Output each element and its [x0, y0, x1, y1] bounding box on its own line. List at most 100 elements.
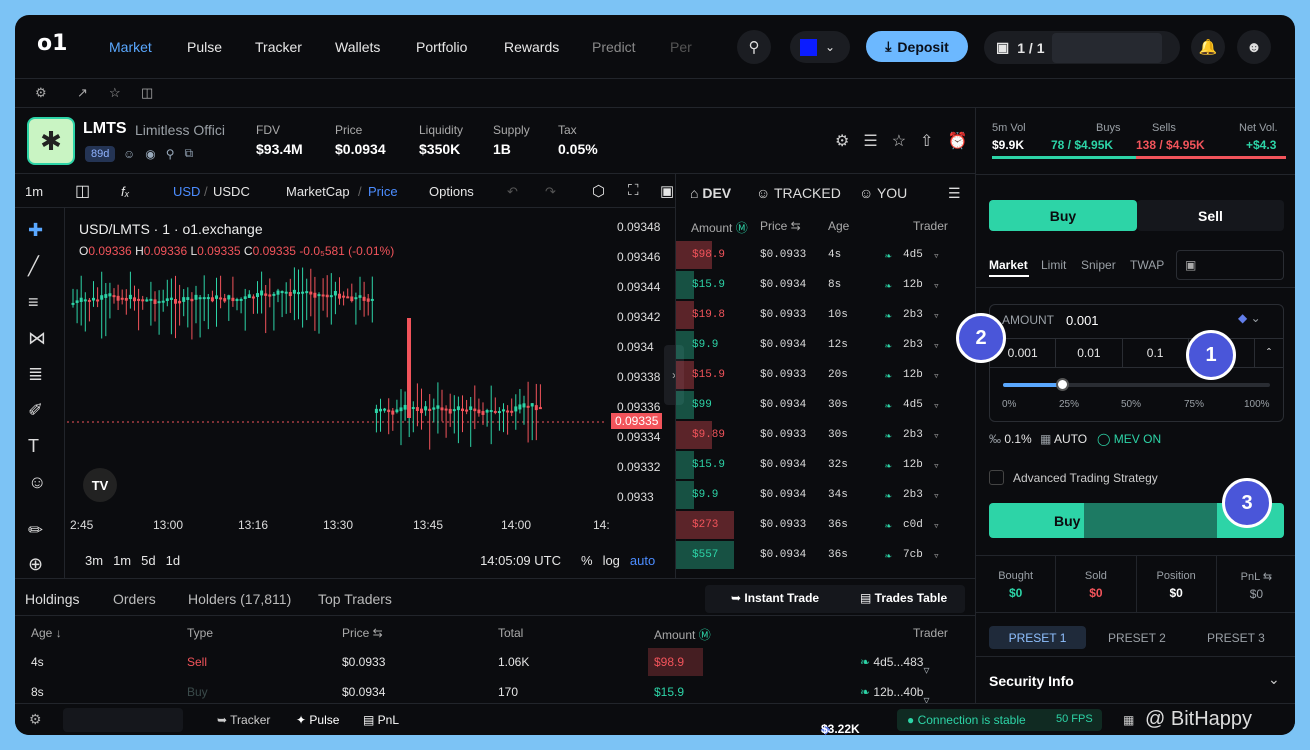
wallet-select[interactable]: ▣: [1176, 250, 1284, 280]
trade-row[interactable]: $19.8 $0.0933 10s ❧ 2b3 ▿: [676, 300, 973, 330]
trade-trader[interactable]: 12b: [903, 369, 923, 381]
gear-icon[interactable]: ⚙: [835, 131, 849, 151]
wallet-selector[interactable]: ▣ 1 / 1: [984, 31, 1180, 64]
search-small-icon[interactable]: ⚲: [166, 147, 175, 161]
trade-row[interactable]: $9.9 $0.0934 12s ❧ 2b3 ▿: [676, 330, 973, 360]
trades-table-button[interactable]: ▤ Trades Table: [860, 591, 947, 605]
bell-icon[interactable]: 🔔: [1191, 30, 1225, 64]
eth-icon[interactable]: ◆ ⌄: [1238, 311, 1261, 325]
filter-trader-icon[interactable]: ▿: [933, 429, 940, 443]
filter-trader-icon[interactable]: ▿: [933, 519, 940, 533]
usd-toggle[interactable]: USD: [173, 184, 200, 199]
order-sniper[interactable]: Sniper: [1081, 258, 1116, 272]
filter-trader-icon[interactable]: ▿: [933, 459, 940, 473]
filter-trader-icon[interactable]: ▿: [933, 309, 940, 323]
preset-tab-2[interactable]: PRESET 2: [1108, 631, 1166, 645]
trade-trader[interactable]: 2b3: [903, 489, 923, 501]
price-toggle[interactable]: Price: [368, 184, 398, 199]
auto-toggle[interactable]: auto: [630, 553, 655, 568]
trade-trader[interactable]: 12b: [903, 279, 923, 291]
adv-strategy-checkbox[interactable]: [989, 470, 1004, 485]
filter-trader-icon[interactable]: ▿: [933, 489, 940, 503]
candles-icon[interactable]: ◫: [75, 181, 90, 201]
range-3m[interactable]: 3m: [85, 553, 103, 568]
order-limit[interactable]: Limit: [1041, 258, 1066, 272]
trade-row[interactable]: $15.9 $0.0933 20s ❧ 12b ▿: [676, 360, 973, 390]
share-icon[interactable]: ⇧: [920, 131, 933, 151]
trendline-icon[interactable]: ╱: [28, 256, 39, 277]
text-icon[interactable]: T: [28, 436, 39, 457]
brush-icon[interactable]: ✐: [28, 400, 43, 421]
trade-row[interactable]: $9.9 $0.0934 34s ❧ 2b3 ▿: [676, 480, 973, 510]
zoom-in-icon[interactable]: ⊕: [28, 554, 43, 575]
nav-portfolio[interactable]: Portfolio: [416, 39, 467, 55]
indicators-icon[interactable]: fₓ: [121, 184, 130, 199]
measure-icon[interactable]: ✏: [28, 520, 43, 541]
usdc-toggle[interactable]: USDC: [213, 184, 250, 199]
o1-logo[interactable]: o1: [37, 31, 67, 56]
log-toggle[interactable]: log: [603, 553, 620, 568]
crosshair-icon[interactable]: ✚: [28, 220, 43, 241]
trade-trader[interactable]: 7cb: [903, 549, 923, 561]
clipboard-icon[interactable]: ◫: [141, 85, 153, 101]
trade-trader[interactable]: 12b: [903, 459, 923, 471]
nav-tracker[interactable]: Tracker: [255, 39, 302, 55]
preset-0-01[interactable]: 0.01: [1056, 338, 1123, 368]
interval-select[interactable]: 1m: [25, 184, 43, 199]
sliders-icon[interactable]: ☰: [863, 131, 877, 151]
footer-tracker[interactable]: ➥ Tracker: [217, 713, 270, 727]
trade-trader[interactable]: 2b3: [903, 429, 923, 441]
nav-rewards[interactable]: Rewards: [504, 39, 559, 55]
trade-row[interactable]: $273 $0.0933 36s ❧ c0d ▿: [676, 510, 973, 540]
percent-toggle[interactable]: %: [581, 553, 593, 568]
star-icon[interactable]: ☆: [109, 85, 121, 101]
range-1d[interactable]: 1d: [166, 553, 180, 568]
footer-pulse[interactable]: ✦ Pulse: [296, 713, 339, 727]
trade-row[interactable]: $557 $0.0934 36s ❧ 7cb ▿: [676, 540, 973, 570]
pnl-label[interactable]: PnL ⇆: [1217, 570, 1295, 583]
trade-trader[interactable]: 4d5: [903, 399, 923, 411]
trade-trader[interactable]: 4d5: [903, 249, 923, 261]
copy-icon[interactable]: ⧉: [185, 146, 194, 161]
col-price[interactable]: Price ⇆: [342, 626, 383, 640]
fullscreen-icon[interactable]: ⛶: [628, 182, 639, 199]
slider-handle[interactable]: [1055, 378, 1069, 391]
range-1m[interactable]: 1m: [113, 553, 131, 568]
fib-icon[interactable]: ≡: [28, 292, 39, 313]
nav-perps[interactable]: Per: [670, 39, 692, 55]
hexagon-icon[interactable]: ⬡: [592, 182, 605, 200]
collapse-icon[interactable]: ˆ: [1255, 338, 1283, 368]
tab-top-traders[interactable]: Top Traders: [318, 591, 392, 607]
filter-trader-icon[interactable]: ▿: [933, 279, 940, 293]
filter-trader-icon[interactable]: ▿: [933, 369, 940, 383]
chain-selector[interactable]: ⌄: [790, 31, 850, 63]
footer-pnl[interactable]: ▤ PnL: [363, 713, 399, 727]
auto-fee-setting[interactable]: ▦ AUTO: [1040, 432, 1087, 446]
filter-trader-icon[interactable]: ▿: [933, 549, 940, 563]
tab-orders[interactable]: Orders: [113, 591, 156, 607]
order-twap[interactable]: TWAP: [1130, 258, 1164, 272]
alarm-icon[interactable]: ⏰: [947, 131, 967, 151]
tab-holdings[interactable]: Holdings: [25, 591, 79, 607]
buy-tab[interactable]: Buy: [989, 200, 1137, 231]
nav-wallets[interactable]: Wallets: [335, 39, 380, 55]
preset-tab-3[interactable]: PRESET 3: [1207, 631, 1265, 645]
nav-market[interactable]: Market: [109, 39, 152, 55]
camera-icon[interactable]: ▣: [660, 182, 674, 200]
options-menu[interactable]: Options: [429, 184, 474, 199]
trade-trader[interactable]: 2b3: [903, 339, 923, 351]
person-icon[interactable]: ☺: [123, 147, 135, 161]
amount-input[interactable]: 0.001: [1066, 313, 1099, 328]
layout-icon[interactable]: ▦: [1123, 713, 1134, 727]
discord-icon[interactable]: ◉: [145, 147, 155, 161]
ruler-lines-icon[interactable]: ≣: [28, 364, 43, 385]
trade-row[interactable]: $15.9 $0.0934 32s ❧ 12b ▿: [676, 450, 973, 480]
slippage-setting[interactable]: ‰ 0.1%: [989, 432, 1032, 446]
instant-trade-button[interactable]: ➥ Instant Trade: [731, 591, 819, 605]
filter-trader-icon[interactable]: ▿: [933, 339, 940, 353]
deposit-button[interactable]: ⤓ Deposit: [866, 31, 968, 62]
filter-trader-icon[interactable]: ▿: [933, 399, 940, 413]
filter-trader-icon[interactable]: ▿: [933, 249, 940, 263]
marketcap-toggle[interactable]: MarketCap: [286, 184, 350, 199]
sell-tab[interactable]: Sell: [1137, 200, 1284, 231]
